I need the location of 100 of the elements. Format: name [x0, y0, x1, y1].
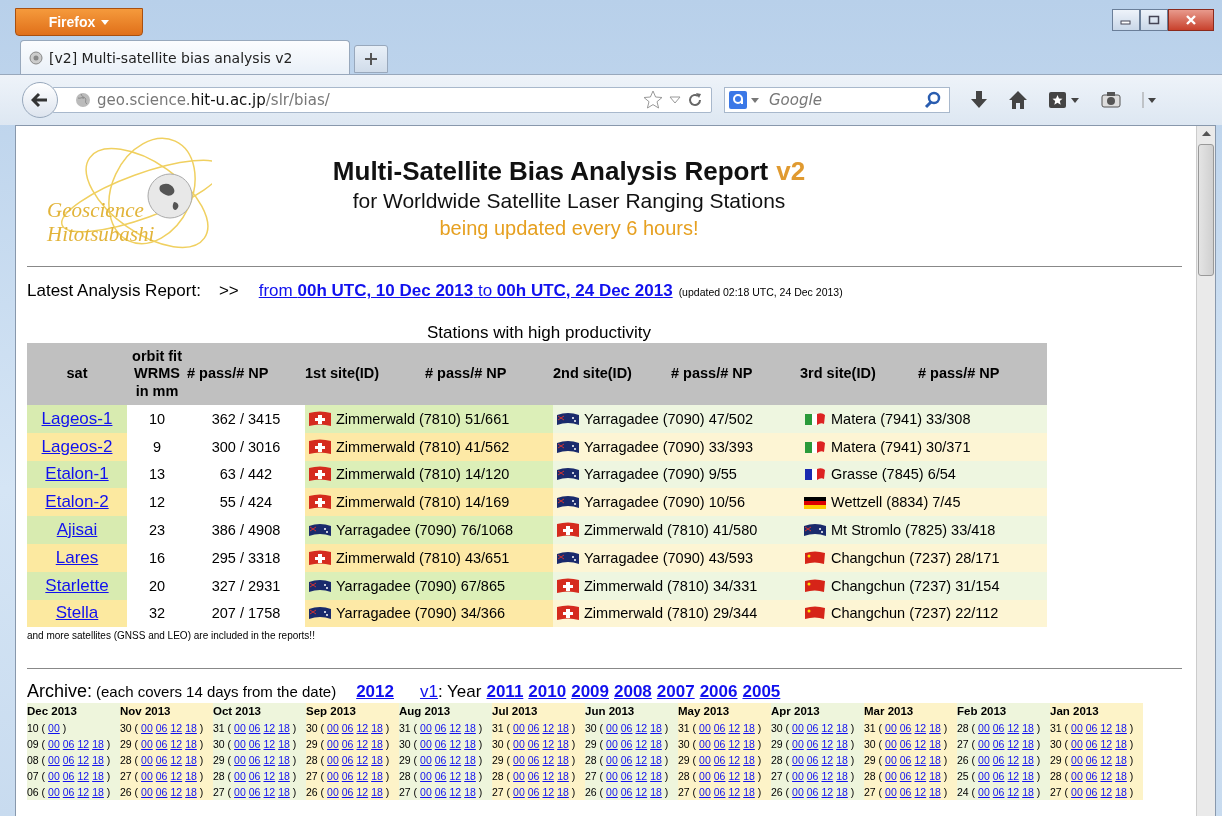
hour-link[interactable]: 12: [914, 770, 927, 783]
hour-link[interactable]: 12: [1100, 786, 1113, 799]
hour-link[interactable]: 12: [728, 754, 741, 767]
hour-link[interactable]: 18: [650, 722, 662, 735]
hour-link[interactable]: 12: [542, 786, 555, 799]
hour-link[interactable]: 06: [620, 786, 633, 799]
year-link[interactable]: 2009: [571, 682, 609, 703]
hour-link[interactable]: 06: [248, 754, 261, 767]
hour-link[interactable]: 12: [263, 770, 276, 783]
hour-link[interactable]: 18: [92, 770, 104, 783]
hour-link[interactable]: 18: [929, 786, 941, 799]
hour-link[interactable]: 12: [542, 770, 555, 783]
hour-link[interactable]: 00: [513, 738, 525, 751]
hour-link[interactable]: 06: [434, 754, 447, 767]
hour-link[interactable]: 18: [1115, 722, 1127, 735]
hour-link[interactable]: 00: [327, 754, 339, 767]
hour-link[interactable]: 18: [929, 754, 941, 767]
year-link[interactable]: 2012: [356, 682, 394, 703]
camera-icon[interactable]: [1100, 90, 1122, 110]
hour-link[interactable]: 12: [914, 722, 927, 735]
hour-link[interactable]: 06: [992, 738, 1005, 751]
download-icon[interactable]: [970, 90, 988, 110]
hour-link[interactable]: 06: [527, 722, 540, 735]
hour-link[interactable]: 06: [899, 786, 912, 799]
hour-link[interactable]: 12: [449, 738, 462, 751]
hour-link[interactable]: 12: [77, 738, 90, 751]
scrollbar-thumb[interactable]: [1198, 144, 1214, 276]
hour-link[interactable]: 06: [899, 754, 912, 767]
hour-link[interactable]: 12: [821, 738, 834, 751]
hour-link[interactable]: 06: [341, 738, 354, 751]
hour-link[interactable]: 12: [1007, 786, 1020, 799]
hour-link[interactable]: 12: [1100, 754, 1113, 767]
hour-link[interactable]: 18: [743, 722, 755, 735]
hour-link[interactable]: 00: [792, 738, 804, 751]
hour-link[interactable]: 06: [1085, 722, 1098, 735]
star-icon[interactable]: [643, 90, 663, 110]
hour-link[interactable]: 12: [263, 738, 276, 751]
hour-link[interactable]: 12: [1100, 738, 1113, 751]
hour-link[interactable]: 06: [527, 738, 540, 751]
hour-link[interactable]: 06: [248, 786, 261, 799]
hour-link[interactable]: 18: [464, 786, 476, 799]
hour-link[interactable]: 12: [635, 754, 648, 767]
maximize-button[interactable]: [1140, 9, 1168, 31]
hour-link[interactable]: 12: [263, 786, 276, 799]
hour-link[interactable]: 12: [356, 770, 369, 783]
hour-link[interactable]: 00: [699, 770, 711, 783]
hour-link[interactable]: 06: [713, 786, 726, 799]
hour-link[interactable]: 18: [185, 754, 197, 767]
hour-link[interactable]: 06: [992, 770, 1005, 783]
hour-link[interactable]: 06: [992, 722, 1005, 735]
year-link[interactable]: 2007: [656, 682, 695, 703]
hour-link[interactable]: 00: [885, 722, 897, 735]
hour-link[interactable]: 06: [155, 786, 168, 799]
hour-link[interactable]: 00: [885, 738, 897, 751]
hour-link[interactable]: 00: [513, 770, 525, 783]
hour-link[interactable]: 12: [356, 738, 369, 751]
hour-link[interactable]: 18: [743, 754, 755, 767]
hour-link[interactable]: 00: [48, 754, 60, 767]
hour-link[interactable]: 00: [48, 786, 60, 799]
hour-link[interactable]: 00: [327, 722, 339, 735]
hour-link[interactable]: 00: [234, 754, 246, 767]
hour-link[interactable]: 00: [699, 738, 711, 751]
hour-link[interactable]: 12: [77, 754, 90, 767]
hour-link[interactable]: 12: [77, 770, 90, 783]
hour-link[interactable]: 18: [650, 770, 662, 783]
back-button[interactable]: [22, 82, 58, 118]
hour-link[interactable]: 06: [713, 754, 726, 767]
hour-link[interactable]: 18: [371, 738, 383, 751]
hour-link[interactable]: 00: [1071, 738, 1083, 751]
hour-link[interactable]: 12: [542, 738, 555, 751]
hour-link[interactable]: 06: [806, 770, 819, 783]
hour-link[interactable]: 00: [699, 786, 711, 799]
hour-link[interactable]: 00: [606, 786, 618, 799]
hour-link[interactable]: 12: [821, 786, 834, 799]
hour-link[interactable]: 12: [914, 738, 927, 751]
hour-link[interactable]: 06: [713, 722, 726, 735]
hour-link[interactable]: 00: [978, 786, 990, 799]
hour-link[interactable]: 06: [620, 738, 633, 751]
url-field[interactable]: geo.science.hit-u.ac.jp/slr/bias/: [52, 87, 712, 113]
hour-link[interactable]: 18: [371, 786, 383, 799]
hour-link[interactable]: 12: [914, 786, 927, 799]
hour-link[interactable]: 18: [185, 786, 197, 799]
minimize-button[interactable]: [1112, 9, 1140, 31]
hour-link[interactable]: 06: [155, 722, 168, 735]
hour-link[interactable]: 06: [713, 770, 726, 783]
hour-link[interactable]: 18: [278, 738, 290, 751]
hour-link[interactable]: 12: [263, 722, 276, 735]
hour-link[interactable]: 00: [513, 722, 525, 735]
hour-link[interactable]: 00: [792, 786, 804, 799]
hour-link[interactable]: 12: [728, 722, 741, 735]
version-link[interactable]: v1: [420, 682, 438, 703]
hour-link[interactable]: 12: [1007, 722, 1020, 735]
hour-link[interactable]: 18: [371, 770, 383, 783]
hour-link[interactable]: 06: [62, 786, 75, 799]
close-button[interactable]: [1168, 9, 1214, 31]
hour-link[interactable]: 12: [1007, 754, 1020, 767]
hour-link[interactable]: 00: [141, 770, 153, 783]
hour-link[interactable]: 00: [978, 722, 990, 735]
hour-link[interactable]: 18: [371, 754, 383, 767]
hour-link[interactable]: 12: [356, 754, 369, 767]
